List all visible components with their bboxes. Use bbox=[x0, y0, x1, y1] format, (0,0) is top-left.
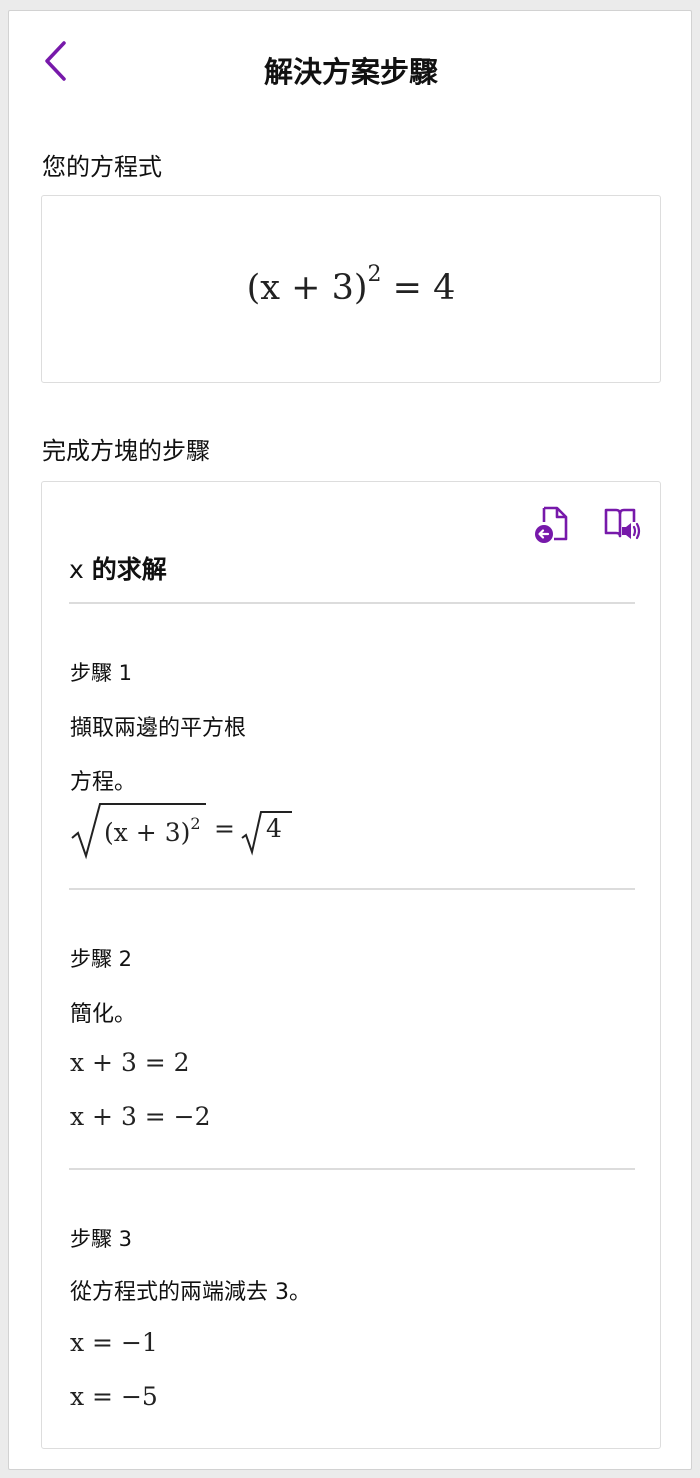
step-1-radicand: (x + 3)2 bbox=[104, 814, 201, 847]
radicand-base: (x + 3) bbox=[104, 818, 191, 847]
step-1-equals: = bbox=[214, 814, 235, 843]
export-button[interactable] bbox=[532, 504, 572, 544]
solve-heading: 的求解 bbox=[91, 555, 167, 584]
step-1-text-line-2: 方程。 bbox=[70, 770, 137, 795]
step-2-text-line-1: 簡化。 bbox=[70, 1002, 137, 1027]
equation-rhs: = 4 bbox=[392, 268, 456, 308]
equation-card: (x + 3)2 = 4 bbox=[41, 195, 661, 383]
header: 解決方案步驟 bbox=[9, 11, 693, 121]
step-1-rhs: 4 bbox=[266, 814, 282, 843]
solve-title: x 的求解 bbox=[69, 550, 167, 586]
page-title: 解決方案步驟 bbox=[263, 55, 438, 89]
original-equation: (x + 3)2 = 4 bbox=[42, 262, 660, 308]
immersive-reader-button[interactable] bbox=[602, 504, 642, 544]
equation-section-label: 您的方程式 bbox=[42, 153, 162, 181]
solve-variable: x bbox=[69, 555, 84, 584]
step-1-math: (x + 3)2 = 4 bbox=[70, 800, 330, 860]
divider bbox=[69, 602, 635, 604]
steps-card: x 的求解 步驟 1 擷取兩邊的平方根 方程。 (x + 3)2 = 4 步驟 … bbox=[41, 481, 661, 1449]
divider bbox=[69, 1168, 635, 1170]
step-2-label: 步驟 2 bbox=[70, 947, 133, 971]
radicand-exponent: 2 bbox=[190, 814, 201, 833]
step-1-text-line-1: 擷取兩邊的平方根 bbox=[70, 716, 247, 741]
immersive-reader-icon bbox=[604, 508, 641, 540]
step-3-math-line-1: x = −1 bbox=[70, 1328, 158, 1357]
equation-exponent: 2 bbox=[367, 262, 382, 287]
equation-base: (x + 3) bbox=[246, 268, 368, 308]
step-1-label: 步驟 1 bbox=[70, 661, 133, 685]
divider bbox=[69, 888, 635, 890]
step-2-math-line-2: x + 3 = −2 bbox=[70, 1102, 211, 1131]
steps-section-label: 完成方塊的步驟 bbox=[42, 437, 210, 465]
step-3-math-line-2: x = −5 bbox=[70, 1382, 158, 1411]
step-3-text-line-1: 從方程式的兩端減去 3。 bbox=[70, 1280, 311, 1305]
document-back-icon bbox=[535, 506, 568, 543]
app-window: 解決方案步驟 您的方程式 (x + 3)2 = 4 完成方塊的步驟 x 的求解 … bbox=[8, 10, 692, 1470]
step-2-math-line-1: x + 3 = 2 bbox=[70, 1048, 190, 1077]
step-3-label: 步驟 3 bbox=[70, 1227, 133, 1251]
